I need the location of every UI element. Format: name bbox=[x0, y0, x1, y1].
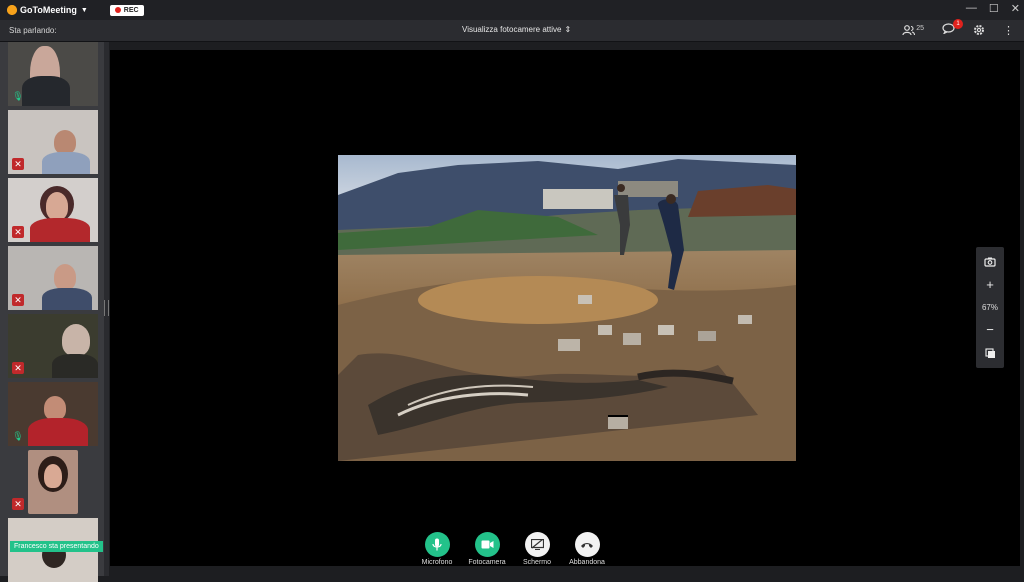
participant-tile[interactable]: 🎙 bbox=[8, 382, 98, 446]
title-bar: GoToMeeting ▼ REC — ☐ ✕ bbox=[0, 0, 1024, 20]
camera-view-selector[interactable]: Visualizza fotocamere attive ⇕ bbox=[462, 25, 571, 34]
participant-tile[interactable]: ✕ bbox=[8, 246, 98, 310]
video-camera-icon bbox=[481, 540, 493, 549]
chat-button[interactable]: 1 bbox=[942, 19, 963, 37]
mic-off-icon: ✕ bbox=[12, 226, 24, 238]
mic-off-icon: ✕ bbox=[12, 362, 24, 374]
screen-label: Schermo bbox=[522, 559, 551, 566]
participant-tile[interactable]: ✕ bbox=[8, 110, 98, 174]
participant-sidebar[interactable]: 🎙 ✕ ✕ ✕ ✕ 🎙 ✕ bbox=[0, 42, 106, 582]
shared-photo bbox=[338, 155, 796, 461]
shared-photo-image bbox=[338, 155, 796, 461]
screen-share-off-icon bbox=[530, 539, 544, 550]
chevron-down-icon: ▼ bbox=[80, 6, 88, 14]
bottom-strip bbox=[110, 568, 1020, 576]
gear-icon[interactable] bbox=[973, 24, 985, 36]
snapshot-camera-icon[interactable] bbox=[984, 257, 996, 267]
close-button[interactable]: ✕ bbox=[1011, 2, 1020, 15]
microphone-control[interactable]: Microfono bbox=[420, 532, 454, 566]
participant-body bbox=[52, 354, 98, 378]
leave-button[interactable] bbox=[574, 532, 600, 557]
microphone-label: Microfono bbox=[421, 559, 453, 566]
mic-on-icon: 🎙 bbox=[12, 431, 24, 441]
resize-handle[interactable] bbox=[104, 300, 109, 316]
zoom-in-button[interactable]: + bbox=[986, 277, 994, 292]
zoom-out-button[interactable]: − bbox=[986, 322, 994, 337]
camera-label: Fotocamera bbox=[468, 559, 506, 566]
app-brand: GoToMeeting bbox=[20, 5, 77, 15]
hang-up-icon bbox=[581, 542, 593, 548]
mic-off-icon: ✕ bbox=[12, 294, 24, 306]
participant-video bbox=[54, 130, 76, 154]
participant-face bbox=[46, 192, 68, 220]
participant-video bbox=[54, 264, 76, 290]
camera-view-label: Visualizza fotocamere attive bbox=[462, 25, 562, 34]
fit-window-icon[interactable] bbox=[984, 347, 996, 359]
leave-control[interactable]: Abbandona bbox=[569, 532, 605, 566]
rec-label: REC bbox=[123, 6, 139, 14]
participant-body bbox=[30, 218, 90, 242]
participant-video bbox=[44, 396, 66, 420]
mic-on-icon: 🎙 bbox=[12, 91, 24, 101]
recording-badge[interactable]: REC bbox=[109, 4, 144, 16]
zoom-toolbar: + 67% − bbox=[976, 247, 1004, 368]
meeting-toolbar: Sta parlando: Visualizza fotocamere atti… bbox=[0, 19, 1024, 42]
maximize-button[interactable]: ☐ bbox=[989, 2, 999, 15]
participant-tile[interactable]: ✕ bbox=[8, 314, 98, 378]
minimize-button[interactable]: — bbox=[966, 2, 977, 15]
chat-badge: 1 bbox=[953, 19, 963, 29]
gotomeeting-logo-icon bbox=[7, 5, 17, 15]
presenter-banner: Francesco sta presentando bbox=[10, 541, 103, 552]
more-options-icon[interactable]: ⋮ bbox=[1003, 24, 1014, 37]
participant-tile[interactable]: ✕ bbox=[8, 450, 98, 514]
microphone-icon bbox=[432, 538, 442, 551]
participant-body bbox=[42, 288, 92, 310]
mic-off-icon: ✕ bbox=[12, 158, 24, 170]
speaking-label: Sta parlando: bbox=[9, 26, 57, 35]
app-menu[interactable]: GoToMeeting ▼ bbox=[7, 5, 88, 15]
zoom-level: 67% bbox=[981, 302, 998, 312]
meeting-controls: Microfono Fotocamera Schermo Abbandona bbox=[420, 532, 605, 566]
camera-button[interactable] bbox=[474, 532, 500, 557]
participant-tile[interactable]: ✕ bbox=[8, 178, 98, 242]
participant-body bbox=[42, 152, 90, 174]
updown-arrow-icon: ⇕ bbox=[564, 25, 572, 34]
record-dot-icon bbox=[114, 7, 121, 13]
mic-off-icon: ✕ bbox=[12, 498, 24, 510]
participant-body bbox=[28, 418, 88, 446]
participant-video bbox=[62, 324, 90, 356]
attendees-button[interactable]: 25 bbox=[902, 25, 924, 36]
attendee-count: 25 bbox=[916, 24, 924, 32]
microphone-button[interactable] bbox=[424, 532, 450, 557]
people-icon bbox=[902, 24, 916, 35]
screen-button[interactable] bbox=[524, 532, 550, 557]
participant-skin bbox=[44, 464, 62, 488]
screen-control[interactable]: Schermo bbox=[520, 532, 554, 566]
leave-label: Abbandona bbox=[569, 559, 605, 566]
participant-tile[interactable]: 🎙 bbox=[8, 42, 98, 106]
camera-control[interactable]: Fotocamera bbox=[468, 532, 506, 566]
participant-body bbox=[22, 76, 70, 106]
